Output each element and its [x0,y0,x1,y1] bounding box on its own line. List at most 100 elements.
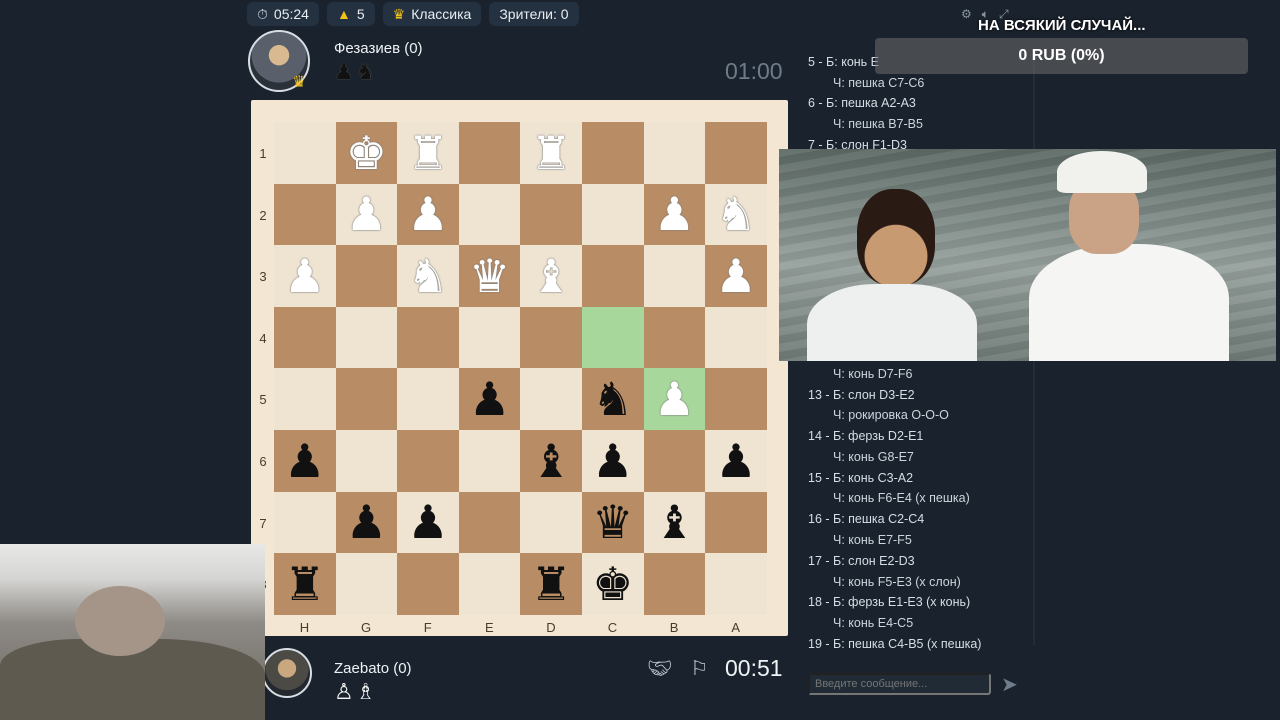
square-g2[interactable]: ♟ [335,183,398,246]
move-entry[interactable]: 19 - Б: пешка C4-B5 (x пешка) [808,637,981,651]
square-c2[interactable] [581,183,644,246]
square-g8[interactable] [335,553,398,615]
square-a6[interactable]: ♟ [705,429,767,492]
square-h3[interactable]: ♟ [274,245,336,307]
move-entry[interactable]: Ч: конь E7-F5 [833,533,912,547]
white-pawn-icon[interactable]: ♟ [715,253,756,299]
square-e7[interactable] [458,491,521,554]
move-entry[interactable]: 6 - Б: пешка A2-A3 [808,96,916,110]
move-entry[interactable]: 15 - Б: конь C3-A2 [808,471,913,485]
square-b3[interactable] [643,245,706,307]
square-g3[interactable] [335,245,398,307]
black-knight-icon[interactable]: ♞ [592,376,633,422]
flag-icon[interactable]: ⚐ [690,656,708,681]
black-king-icon[interactable]: ♚ [592,561,633,607]
white-pawn-icon[interactable]: ♟ [284,253,325,299]
move-entry[interactable]: 14 - Б: ферзь D2-E1 [808,429,923,443]
square-d3[interactable]: ♝ [520,245,582,307]
move-entry[interactable]: Ч: рокировка O-O-O [833,408,949,422]
move-entry[interactable]: Ч: пешка C7-C6 [833,76,924,90]
square-c6[interactable]: ♟ [581,429,644,492]
black-queen-icon[interactable]: ♛ [592,499,633,545]
square-f5[interactable] [397,368,459,430]
chat-input[interactable] [808,673,991,695]
square-h1[interactable] [274,122,336,184]
black-rook-icon[interactable]: ♜ [284,561,325,607]
handshake-icon[interactable]: 🤝︎ [647,656,672,681]
square-d4[interactable] [520,306,582,369]
square-e6[interactable] [458,429,521,492]
square-c5[interactable]: ♞ [581,368,644,430]
square-c4[interactable] [581,306,644,369]
square-a2[interactable]: ♞ [705,183,767,246]
square-a7[interactable] [705,491,767,554]
square-g7[interactable]: ♟ [335,491,398,554]
square-d8[interactable]: ♜ [520,553,582,615]
black-pawn-icon[interactable]: ♟ [284,438,325,484]
square-c1[interactable] [581,122,644,184]
gear-icon[interactable]: ⚙ [961,7,972,22]
square-f1[interactable]: ♜ [397,122,459,184]
square-a8[interactable] [705,553,767,615]
square-a1[interactable] [705,122,767,184]
square-d5[interactable] [520,368,582,430]
black-pawn-icon[interactable]: ♟ [407,499,448,545]
white-bishop-icon[interactable]: ♝ [531,253,572,299]
avatar[interactable] [262,648,312,698]
square-b1[interactable] [643,122,706,184]
square-b2[interactable]: ♟ [643,183,706,246]
white-pawn-icon[interactable]: ♟ [654,376,695,422]
square-d1[interactable]: ♜ [520,122,582,184]
square-e8[interactable] [458,553,521,615]
move-entry[interactable]: 5 - Б: конь E [808,55,879,69]
white-rook-icon[interactable]: ♜ [531,130,572,176]
move-entry[interactable]: Ч: конь F6-E4 (x пешка) [833,491,970,505]
square-e5[interactable]: ♟ [458,368,521,430]
move-entry[interactable]: 18 - Б: ферзь E1-E3 (x конь) [808,595,970,609]
square-a3[interactable]: ♟ [705,245,767,307]
white-knight-icon[interactable]: ♞ [715,191,756,237]
square-d2[interactable] [520,183,582,246]
square-f7[interactable]: ♟ [397,491,459,554]
white-knight-icon[interactable]: ♞ [407,253,448,299]
square-b7[interactable]: ♝ [643,491,706,554]
white-pawn-icon[interactable]: ♟ [346,191,387,237]
square-g5[interactable] [335,368,398,430]
square-e2[interactable] [458,183,521,246]
square-h7[interactable] [274,491,336,554]
square-f6[interactable] [397,429,459,492]
square-e4[interactable] [458,306,521,369]
square-g6[interactable] [335,429,398,492]
square-e3[interactable]: ♛ [458,245,521,307]
move-entry[interactable]: Ч: конь G8-E7 [833,450,914,464]
square-d6[interactable]: ♝ [520,429,582,492]
square-h6[interactable]: ♟ [274,429,336,492]
square-g1[interactable]: ♚ [335,122,398,184]
black-pawn-icon[interactable]: ♟ [715,438,756,484]
square-b6[interactable] [643,429,706,492]
move-entry[interactable]: 16 - Б: пешка C2-C4 [808,512,924,526]
square-h8[interactable]: ♜ [274,553,336,615]
move-entry[interactable]: Ч: конь E4-C5 [833,616,913,630]
black-rook-icon[interactable]: ♜ [531,561,572,607]
square-b5[interactable]: ♟ [643,368,706,430]
square-b4[interactable] [643,306,706,369]
square-e1[interactable] [458,122,521,184]
move-entry[interactable]: 17 - Б: слон E2-D3 [808,554,915,568]
square-f8[interactable] [397,553,459,615]
square-f4[interactable] [397,306,459,369]
black-pawn-icon[interactable]: ♟ [592,438,633,484]
square-g4[interactable] [335,306,398,369]
move-entry[interactable]: Ч: конь D7-F6 [833,367,912,381]
square-c8[interactable]: ♚ [581,553,644,615]
square-b8[interactable] [643,553,706,615]
white-rook-icon[interactable]: ♜ [407,130,448,176]
black-pawn-icon[interactable]: ♟ [469,376,510,422]
square-c3[interactable] [581,245,644,307]
move-entry[interactable]: Ч: конь F5-E3 (x слон) [833,575,961,589]
square-a5[interactable] [705,368,767,430]
square-c7[interactable]: ♛ [581,491,644,554]
square-f2[interactable]: ♟ [397,183,459,246]
move-entry[interactable]: 13 - Б: слон D3-E2 [808,388,915,402]
black-pawn-icon[interactable]: ♟ [346,499,387,545]
